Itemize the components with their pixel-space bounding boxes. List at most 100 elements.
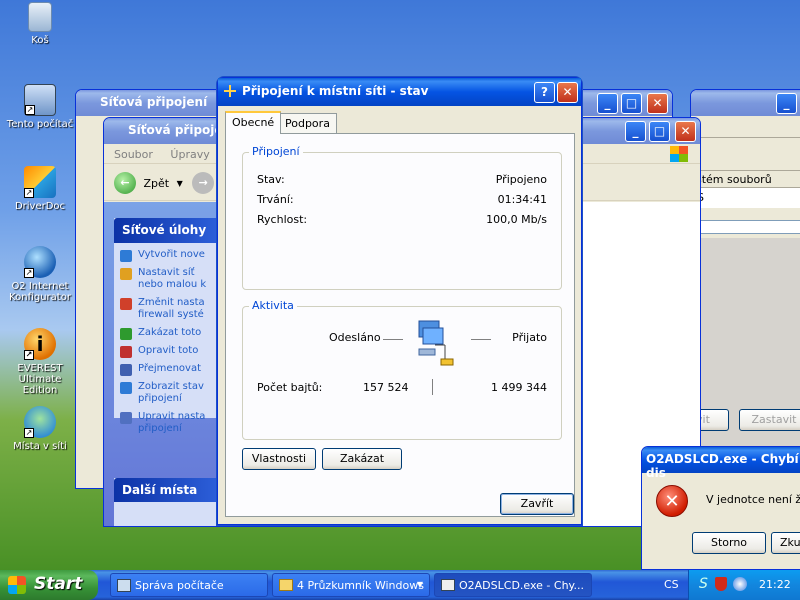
- bytes-divider: [432, 379, 433, 395]
- forward-arrow-icon[interactable]: →: [192, 172, 215, 194]
- task-icon: [120, 412, 132, 424]
- group-dropdown-icon: ▼: [416, 580, 423, 589]
- taskbar-item-computer-management[interactable]: Správa počítače: [110, 573, 268, 597]
- window-titlebar[interactable]: _: [691, 90, 800, 116]
- minimize-button[interactable]: _: [597, 93, 618, 114]
- dialog-title: Připojení k místní síti - stav: [242, 84, 429, 98]
- desktop-icon-driverdoc[interactable]: ↗ DriverDoc: [2, 166, 78, 212]
- lan-status-dialog[interactable]: Připojení k místní síti - stav ? ✕ Obecn…: [217, 77, 582, 525]
- folder-icon: [279, 579, 293, 591]
- cancel-button[interactable]: Storno: [692, 532, 766, 554]
- retry-button[interactable]: Zkus: [771, 532, 800, 554]
- other-places-panel: Další místa: [114, 478, 216, 526]
- bytes-label: Počet bajtů:: [257, 381, 323, 394]
- taskbar-item-error[interactable]: O2ADSLCD.exe - Chy...: [434, 573, 592, 597]
- error-x-icon: ✕: [656, 485, 688, 517]
- menu-file[interactable]: Soubor: [114, 148, 153, 161]
- minimize-button[interactable]: _: [625, 121, 646, 142]
- task-label: Upravit nasta připojení: [138, 411, 206, 434]
- start-button[interactable]: Start: [0, 570, 98, 600]
- network-tray-icon[interactable]: [733, 577, 747, 591]
- scrollbar[interactable]: [691, 220, 800, 234]
- network-task-item[interactable]: Vytvořit nove: [120, 249, 216, 267]
- status-label: Stav:: [257, 173, 285, 186]
- tab-support[interactable]: Podpora: [278, 113, 337, 133]
- close-button[interactable]: ✕: [557, 82, 578, 103]
- task-icon: [120, 268, 132, 280]
- sent-line: [383, 339, 403, 340]
- close-button[interactable]: ✕: [647, 93, 668, 114]
- back-arrow-icon[interactable]: ←: [114, 172, 136, 194]
- close-button[interactable]: ✕: [675, 121, 696, 142]
- back-button-label[interactable]: Zpět: [144, 177, 170, 190]
- computer-icon: ↗: [24, 84, 56, 116]
- list-cell[interactable]: S: [691, 188, 800, 208]
- app-window-icon: [441, 579, 455, 591]
- menu-edit[interactable]: Úpravy: [170, 148, 209, 161]
- other-places-header[interactable]: Další místa: [114, 478, 216, 502]
- maximize-button[interactable]: □: [621, 93, 642, 114]
- network-task-item[interactable]: Přejmenovat: [120, 363, 216, 381]
- taskbar-item-label: Správa počítače: [135, 579, 224, 592]
- desktop-icon-o2-konfigurator[interactable]: ↗ O2 Internet Konfigurator: [2, 246, 78, 303]
- network-tasks-list: Vytvořit nove Nastavit síť nebo malou k Zm…: [114, 243, 216, 441]
- task-icon: [120, 364, 132, 376]
- network-activity-icon: [411, 319, 459, 369]
- toolbar: [691, 116, 800, 138]
- background-window-right[interactable]: _ stém souborů S vit Zastavit: [690, 89, 800, 449]
- desktop-icon-my-computer[interactable]: ↗ Tento počítač: [2, 84, 78, 130]
- task-icon: [120, 382, 132, 394]
- taskbar-item-label: O2ADSLCD.exe - Chy...: [459, 579, 584, 592]
- task-label: Změnit nasta firewall systé: [138, 297, 205, 320]
- tray-s-icon[interactable]: S: [699, 576, 708, 592]
- window-title: Síťová připojení: [100, 95, 208, 109]
- taskbar: Start Správa počítače 4 Průzkumník Windo…: [0, 570, 800, 600]
- network-task-item[interactable]: Nastavit síť nebo malou k: [120, 267, 216, 297]
- taskbar-item-explorer-group[interactable]: 4 Průzkumník Windows ▼: [272, 573, 430, 597]
- dialog-titlebar[interactable]: Připojení k místní síti - stav ? ✕: [218, 78, 581, 106]
- desktop-icon-network-places[interactable]: ↗ Místa v síti: [2, 406, 78, 452]
- shortcut-arrow-icon: ↗: [25, 105, 35, 115]
- network-tasks-panel: Síťové úlohy Vytvořit nove Nastavit síť n…: [114, 218, 216, 434]
- column-header[interactable]: stém souborů: [691, 170, 800, 188]
- speed-value: 100,0 Mb/s: [486, 213, 547, 226]
- sent-label: Odesláno: [329, 331, 381, 344]
- minimize-button[interactable]: _: [776, 93, 797, 114]
- clock[interactable]: 21:22: [759, 578, 791, 591]
- task-label: Zakázat toto: [138, 327, 202, 338]
- network-task-item[interactable]: Zakázat toto: [120, 327, 216, 345]
- network-plug-icon: [223, 84, 237, 98]
- windows-logo-icon: [670, 146, 688, 162]
- help-button[interactable]: ?: [534, 82, 555, 103]
- stop-button[interactable]: Zastavit: [739, 409, 800, 431]
- tab-general[interactable]: Obecné: [225, 111, 282, 134]
- desktop-icon-everest[interactable]: i ↗ EVEREST Ultimate Edition: [2, 328, 78, 396]
- network-task-item[interactable]: Upravit nasta připojení: [120, 411, 216, 441]
- maximize-button[interactable]: □: [649, 121, 670, 142]
- shortcut-arrow-icon: ↗: [24, 428, 34, 438]
- desktop-icon-recycle-bin[interactable]: Koš: [2, 2, 78, 46]
- security-shield-icon[interactable]: [715, 577, 727, 591]
- network-task-item[interactable]: Opravit toto: [120, 345, 216, 363]
- computer-management-icon: [117, 579, 131, 592]
- error-dialog[interactable]: O2ADSLCD.exe - Chybí dis ✕ V jednotce ne…: [641, 446, 800, 570]
- windows-logo-icon: [8, 576, 26, 594]
- start-label: Start: [34, 574, 83, 594]
- task-icon: [120, 298, 132, 310]
- tab-panel-general: Připojení Stav: Připojeno Trvání: 01:34:…: [225, 133, 575, 517]
- recycle-bin-icon: [28, 2, 52, 32]
- error-dialog-titlebar[interactable]: O2ADSLCD.exe - Chybí dis: [642, 447, 800, 480]
- properties-button[interactable]: Vlastnosti: [242, 448, 316, 470]
- network-places-icon: ↗: [24, 406, 56, 438]
- disable-button[interactable]: Zakázat: [322, 448, 402, 470]
- activity-group: Aktivita Odesláno Přijato Počet bajtů: 1…: [242, 299, 562, 440]
- language-indicator[interactable]: CS: [664, 578, 679, 591]
- task-label: Vytvořit nove: [138, 249, 205, 260]
- back-dropdown-icon[interactable]: ▼: [177, 179, 183, 188]
- network-tasks-header[interactable]: Síťové úlohy: [114, 218, 216, 243]
- network-task-item[interactable]: Změnit nasta firewall systé: [120, 297, 216, 327]
- close-dialog-button[interactable]: Zavřít: [500, 493, 574, 515]
- task-icon: [120, 346, 132, 358]
- network-task-item[interactable]: Zobrazit stav připojení: [120, 381, 216, 411]
- error-message: V jednotce není žád: [706, 493, 800, 506]
